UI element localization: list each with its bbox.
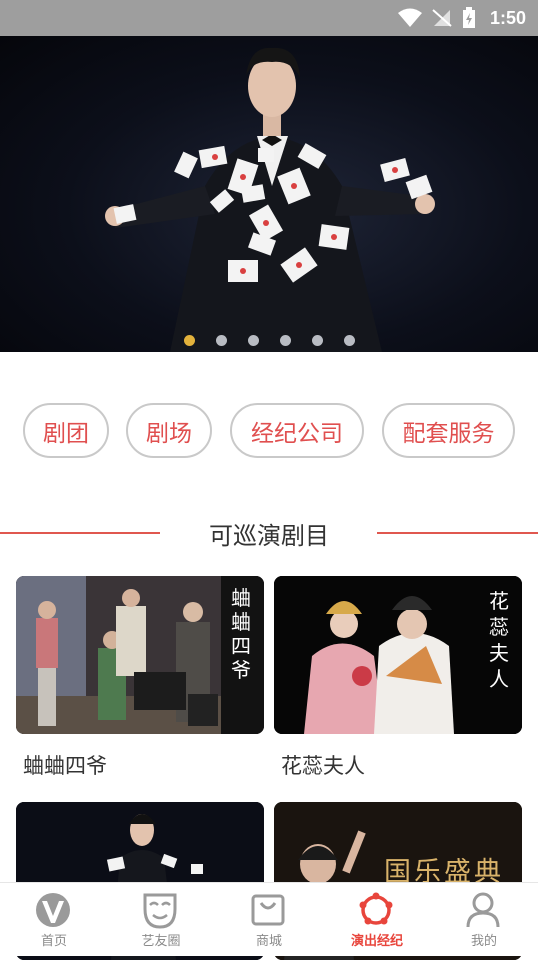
bottom-tab-bar: 首页 艺友圈 商城 演出经纪 我的 [0, 882, 538, 956]
battery-icon [462, 7, 475, 28]
banner-carousel[interactable] [0, 36, 538, 352]
tab-label: 首页 [40, 934, 67, 949]
section-title: 可巡演剧目 [209, 522, 329, 550]
wifi-icon [397, 8, 422, 27]
poster-image [274, 576, 522, 734]
category-services-button[interactable]: 配套服务 [382, 403, 515, 458]
home-logo-icon [36, 893, 70, 927]
tab-label: 演出经纪 [350, 934, 403, 949]
tab-shop[interactable]: 商城 [215, 883, 323, 957]
poster-vertical-title: 蛐蛐四爷 [231, 586, 251, 682]
poster-image [16, 576, 264, 734]
category-troupe-button[interactable]: 剧团 [23, 403, 109, 458]
mask-icon [143, 893, 177, 929]
carousel-dot[interactable] [311, 335, 323, 346]
work-title-2[interactable]: 花蕊夫人 [281, 750, 365, 780]
carousel-dot[interactable] [247, 335, 259, 346]
shopping-bag-icon [251, 894, 285, 926]
carousel-dot[interactable] [183, 335, 195, 346]
status-bar: 1:50 [0, 0, 538, 36]
carousel-dot[interactable] [343, 335, 355, 346]
section-divider-right [377, 532, 538, 534]
carousel-indicator [0, 335, 538, 346]
tab-label: 艺友圈 [141, 934, 181, 949]
tab-agency[interactable]: 演出经纪 [323, 883, 431, 957]
no-signal-icon [432, 9, 452, 27]
status-icons: 1:50 [397, 0, 526, 36]
flower-icon [359, 892, 393, 925]
category-agency-button[interactable]: 经纪公司 [230, 403, 364, 458]
category-theater-button[interactable]: 剧场 [126, 403, 212, 458]
banner-image [105, 47, 435, 352]
poster-vertical-title: 花蕊夫人 [489, 589, 509, 691]
tab-label: 商城 [255, 934, 282, 949]
clock: 1:50 [489, 7, 526, 28]
tab-me[interactable]: 我的 [430, 883, 538, 957]
tab-community[interactable]: 艺友圈 [107, 883, 215, 957]
carousel-dot[interactable] [215, 335, 227, 346]
tab-home[interactable]: 首页 [0, 883, 108, 957]
person-icon [466, 892, 500, 928]
tab-label: 我的 [470, 934, 497, 949]
work-poster-2[interactable]: 花蕊夫人 [274, 576, 522, 734]
work-title-1[interactable]: 蛐蛐四爷 [23, 750, 107, 780]
section-divider-left [0, 532, 160, 534]
work-poster-1[interactable]: 蛐蛐四爷 [16, 576, 264, 734]
carousel-dot[interactable] [279, 335, 291, 346]
